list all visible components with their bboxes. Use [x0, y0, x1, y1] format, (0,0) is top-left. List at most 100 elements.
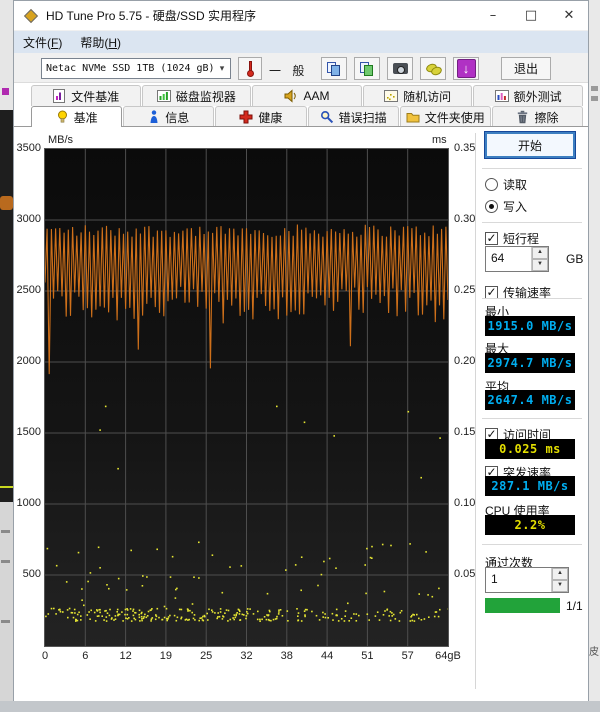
- axis-tick-label: 32: [229, 650, 265, 662]
- axis-tick-label: 12: [108, 650, 144, 662]
- axis-tick-label: 19: [148, 650, 184, 662]
- highlight-button[interactable]: [420, 57, 446, 80]
- start-button[interactable]: 开始: [485, 132, 575, 158]
- menubar: 文件(F) 帮助(H): [14, 31, 588, 53]
- background-text-fragment: 皮: [589, 643, 599, 658]
- burst-rate-display: 287.1 MB/s: [485, 476, 575, 496]
- short-stroke-stepper[interactable]: 64 ▲ ▼: [485, 246, 549, 272]
- keys-icon: [426, 64, 441, 74]
- tab-label: 信息: [165, 109, 189, 126]
- exit-button[interactable]: 退出: [501, 57, 551, 80]
- radio-icon[interactable]: [485, 178, 498, 191]
- short-stroke-label: 短行程: [503, 230, 539, 247]
- tab-row-top: 文件基准 磁盘监视器 AAM 随机访问 额外测试: [31, 85, 584, 106]
- axis-tick-label: 6: [67, 650, 103, 662]
- menu-help[interactable]: 帮助(H): [71, 34, 130, 51]
- thermometer-icon: [246, 61, 254, 77]
- copy-text-button[interactable]: [321, 57, 347, 80]
- app-logo-icon: [24, 9, 38, 23]
- axis-tick-label: 25: [188, 650, 224, 662]
- benchmark-plot: [45, 149, 448, 646]
- checkbox-checked-icon[interactable]: [485, 232, 498, 245]
- read-radio[interactable]: 读取: [485, 176, 527, 193]
- axis-tick-label: 0.20: [454, 355, 475, 367]
- write-radio[interactable]: 写入: [485, 198, 527, 215]
- spin-down-button[interactable]: ▼: [532, 259, 548, 271]
- background-strip-bottom: [0, 701, 600, 712]
- divider: [482, 222, 582, 223]
- axis-tick-label: 0.10: [454, 497, 475, 509]
- tab-row-bottom: 基准 信息 健康 错误扫描 文件夹使用 擦除: [31, 106, 584, 127]
- tab-info[interactable]: 信息: [123, 106, 214, 127]
- axis-tick-label: 1500: [14, 426, 41, 438]
- background-fragment: [591, 96, 598, 101]
- background-fragment: [0, 486, 13, 488]
- background-graph-fragment: [0, 110, 13, 502]
- axis-tick-label: 0: [27, 650, 63, 662]
- axis-tick-label: 0.25: [454, 284, 475, 296]
- window-title: HD Tune Pro 5.75 - 硬盘/SSD 实用程序: [46, 7, 256, 24]
- tab-label: 额外测试: [514, 88, 562, 105]
- download-icon: ↓: [457, 59, 476, 78]
- axis-tick-label: 1000: [14, 497, 41, 509]
- divider: [482, 418, 582, 419]
- tab-label: AAM: [303, 89, 329, 103]
- tab-folder-usage[interactable]: 文件夹使用: [400, 106, 491, 127]
- read-label: 读取: [503, 176, 527, 193]
- progress-bar: [485, 598, 560, 613]
- drive-select-value: Netac NVMe SSD 1TB (1024 gB): [42, 63, 214, 74]
- drive-select[interactable]: Netac NVMe SSD 1TB (1024 gB) ▾: [41, 58, 231, 79]
- copy-image-button[interactable]: [354, 57, 380, 80]
- info-icon: [148, 110, 160, 124]
- temperature-button[interactable]: [238, 57, 262, 80]
- tab-erase[interactable]: 擦除: [492, 106, 583, 127]
- folder-icon: [406, 110, 420, 124]
- pass-count-stepper[interactable]: 1 ▲ ▼: [485, 567, 569, 593]
- minimize-button[interactable]: –: [474, 2, 512, 30]
- extra-tests-icon: [495, 89, 509, 103]
- short-stroke-checkbox[interactable]: 短行程: [485, 230, 539, 247]
- screenshot-button[interactable]: [387, 57, 413, 80]
- file-benchmark-icon: [52, 89, 66, 103]
- access-time-display: 0.025 ms: [485, 439, 575, 459]
- maximize-button[interactable]: □: [512, 2, 550, 30]
- tab-extra-tests[interactable]: 额外测试: [473, 85, 583, 106]
- menu-file[interactable]: 文件(F): [14, 34, 71, 51]
- tab-file-benchmark[interactable]: 文件基准: [31, 85, 141, 106]
- background-window-left: [0, 0, 13, 712]
- close-button[interactable]: ✕: [550, 2, 588, 30]
- scatter-icon: [384, 89, 398, 103]
- copy-icon: [327, 62, 341, 76]
- spin-up-button[interactable]: ▲: [552, 568, 568, 580]
- tab-disk-monitor[interactable]: 磁盘监视器: [142, 85, 252, 106]
- chevron-down-icon: ▾: [214, 63, 230, 74]
- titlebar[interactable]: HD Tune Pro 5.75 - 硬盘/SSD 实用程序 – □ ✕: [14, 1, 588, 31]
- tab-random-access[interactable]: 随机访问: [363, 85, 473, 106]
- axis-tick-label: 44: [309, 650, 345, 662]
- tab-label: 文件夹使用: [425, 109, 485, 126]
- spin-down-button[interactable]: ▼: [552, 580, 568, 592]
- tab-label: 基准: [74, 109, 98, 126]
- axis-tick-label: 2500: [14, 284, 41, 296]
- background-fragment: [1, 530, 10, 533]
- tab-health[interactable]: 健康: [215, 106, 306, 127]
- tab-error-scan[interactable]: 错误扫描: [308, 106, 399, 127]
- progress-text: 1/1: [566, 599, 583, 613]
- spin-up-button[interactable]: ▲: [532, 247, 548, 259]
- tab-label: 文件基准: [71, 88, 119, 105]
- axis-tick-label: 38: [269, 650, 305, 662]
- trash-icon: [516, 110, 529, 124]
- camera-icon: [393, 63, 408, 74]
- axis-tick-label: 0.15: [454, 426, 475, 438]
- divider: [482, 544, 582, 545]
- tab-benchmark[interactable]: 基准: [31, 106, 122, 127]
- save-results-button[interactable]: ↓: [453, 57, 479, 80]
- radio-selected-icon[interactable]: [485, 200, 498, 213]
- axis-tick-label: 64gB: [430, 650, 466, 662]
- avg-value-display: 2647.4 MB/s: [485, 390, 575, 410]
- axis-tick-label: 3500: [14, 142, 41, 154]
- benchmark-graph: [44, 148, 449, 647]
- background-fragment: [0, 196, 13, 210]
- tab-aam[interactable]: AAM: [252, 85, 362, 106]
- background-window-right: 皮: [589, 0, 600, 712]
